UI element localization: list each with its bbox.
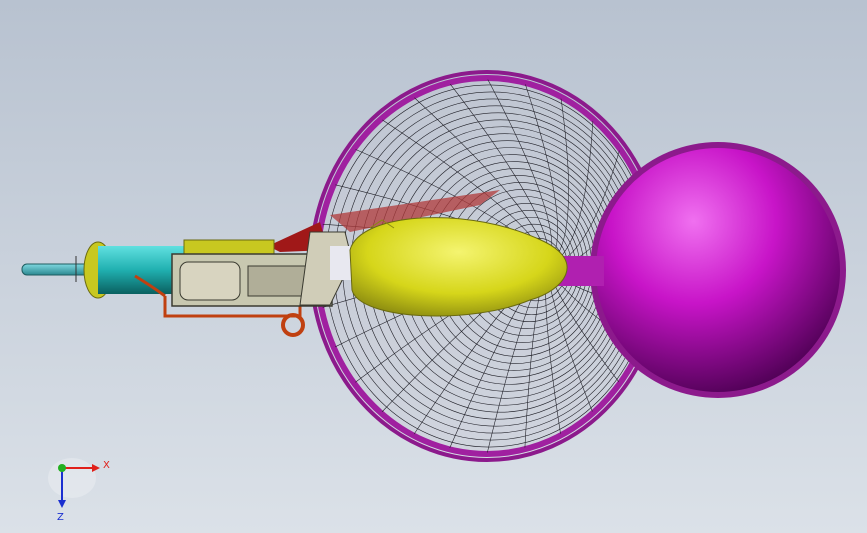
model-scene[interactable]: X Z [0,0,867,533]
y-axis-dot [58,464,66,472]
x-axis-arrow [92,464,100,472]
motor-rod[interactable] [21,256,93,282]
cad-viewport[interactable]: X Z [0,0,867,533]
z-axis-arrow [58,500,66,508]
spherical-pod[interactable] [590,142,846,398]
coordinate-triad: X Z [48,458,110,523]
x-axis-label: X [103,460,110,471]
z-axis-label: Z [57,512,64,523]
